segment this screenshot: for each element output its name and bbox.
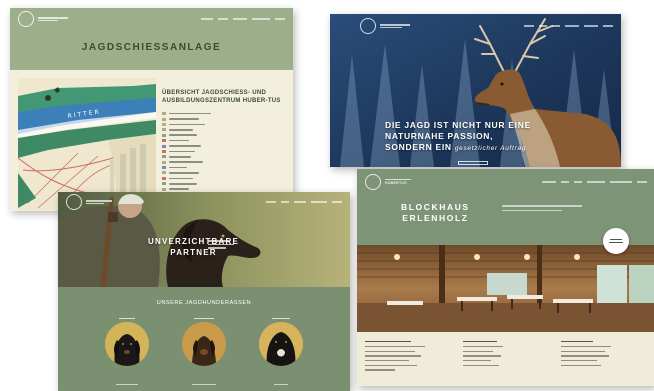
nav-item[interactable] bbox=[603, 25, 613, 27]
nav-item[interactable] bbox=[233, 18, 247, 20]
breed-card[interactable] bbox=[174, 316, 234, 366]
nav-item[interactable] bbox=[281, 201, 289, 203]
info-column-title bbox=[365, 339, 451, 343]
cabin-interior-graphic bbox=[357, 245, 654, 332]
log-cabin-interior-photo bbox=[357, 245, 654, 332]
logo-icon[interactable] bbox=[360, 18, 376, 34]
legend-panel: ÜBERSICHT JAGDSCHIESS- UND AUSBILDUNGSZE… bbox=[162, 90, 286, 197]
legend-title: ÜBERSICHT JAGDSCHIESS- UND AUSBILDUNGSZE… bbox=[162, 90, 281, 104]
hero-headline: DIE JAGD IST NICHT NUR EINE NATURNAHE PA… bbox=[385, 120, 531, 154]
nav-item[interactable] bbox=[275, 18, 285, 20]
breed-footer-item bbox=[251, 382, 311, 386]
title-line: BLOCKHAUS bbox=[401, 202, 470, 212]
info-column bbox=[463, 339, 549, 374]
nav-item[interactable] bbox=[294, 201, 306, 203]
dog-breed-list bbox=[58, 316, 350, 366]
dog-photo bbox=[104, 322, 149, 366]
page-intro-text bbox=[502, 205, 592, 214]
nav-item[interactable] bbox=[266, 201, 276, 203]
dog-hero-image: UNVERZICHTBARE PARTNER bbox=[58, 192, 350, 287]
breed-footer bbox=[58, 382, 350, 386]
nav-item[interactable] bbox=[610, 181, 632, 183]
headline-line: DIE JAGD IST NICHT NUR EINE bbox=[385, 120, 531, 130]
logo-icon[interactable] bbox=[66, 194, 82, 210]
page-title: JAGDSCHIESSANLAGE bbox=[81, 42, 222, 53]
headline-line: NATURNAHE PASSION, bbox=[385, 131, 494, 141]
dog-portrait-image bbox=[259, 322, 304, 366]
nav-item[interactable] bbox=[311, 201, 327, 203]
range-map-graphic: RITTER bbox=[18, 78, 156, 210]
navigation-bar bbox=[58, 192, 350, 212]
hero-quote bbox=[208, 240, 234, 249]
navigation-bar: HUBERTUS bbox=[357, 169, 654, 195]
nav-item[interactable] bbox=[252, 18, 270, 20]
brand-text: HUBERTUS bbox=[385, 178, 411, 186]
breed-footer-item bbox=[174, 382, 234, 386]
nav-item[interactable] bbox=[218, 18, 228, 20]
brand-text bbox=[38, 17, 78, 21]
nav-item[interactable] bbox=[552, 25, 560, 27]
dog-portrait-image bbox=[181, 322, 226, 366]
booking-badge[interactable] bbox=[603, 228, 629, 254]
nav-item[interactable] bbox=[565, 25, 579, 27]
range-map[interactable]: RITTER bbox=[18, 78, 156, 210]
section-title: UNSERE JAGDHUNDERASSEN bbox=[156, 300, 252, 306]
breed-footer-item bbox=[97, 382, 157, 386]
nav-item[interactable] bbox=[201, 18, 213, 20]
nav-links bbox=[524, 25, 613, 27]
logo-icon[interactable] bbox=[18, 11, 34, 27]
nav-links bbox=[542, 181, 647, 183]
nav-item[interactable] bbox=[539, 25, 547, 27]
navigation-bar bbox=[10, 8, 293, 30]
legend-list bbox=[162, 111, 286, 197]
blockhaus-erlenholz-page-preview: HUBERTUS BLOCKHAUS ERLENHOLZ bbox=[357, 169, 654, 386]
breed-card[interactable] bbox=[251, 316, 311, 366]
nav-links bbox=[266, 201, 342, 203]
info-column-title bbox=[561, 339, 647, 343]
read-more-button[interactable] bbox=[458, 161, 488, 165]
navigation-bar bbox=[330, 14, 621, 38]
brand-name: HUBERTUS bbox=[385, 181, 407, 186]
info-columns bbox=[357, 339, 654, 374]
info-column bbox=[365, 339, 451, 374]
nav-item[interactable] bbox=[584, 25, 598, 27]
dog-portrait-image bbox=[104, 322, 149, 366]
dog-photo bbox=[181, 322, 226, 366]
logo-icon[interactable] bbox=[365, 174, 381, 190]
nav-item[interactable] bbox=[587, 181, 605, 183]
info-column bbox=[561, 339, 647, 374]
info-column-title bbox=[463, 339, 549, 343]
nav-links bbox=[201, 18, 285, 20]
hunting-passion-page-preview: DIE JAGD IST NICHT NUR EINE NATURNAHE PA… bbox=[330, 14, 621, 167]
nav-item[interactable] bbox=[332, 201, 342, 203]
page-header: JAGDSCHIESSANLAGE bbox=[10, 8, 293, 70]
nav-item[interactable] bbox=[524, 25, 534, 27]
headline-line: PARTNER bbox=[170, 248, 217, 257]
page-title: BLOCKHAUS ERLENHOLZ bbox=[401, 202, 470, 224]
breed-card[interactable] bbox=[97, 316, 157, 366]
nav-item[interactable] bbox=[542, 181, 556, 183]
brand-text bbox=[86, 200, 112, 204]
dog-photo bbox=[259, 322, 304, 366]
brand-text bbox=[380, 24, 410, 28]
nav-item[interactable] bbox=[574, 181, 582, 183]
nav-item[interactable] bbox=[637, 181, 647, 183]
title-line: ERLENHOLZ bbox=[402, 213, 469, 223]
jagdschiessanlage-page-preview: JAGDSCHIESSANLAGE RITTER ÜBERSICHT JAGDS bbox=[10, 8, 293, 211]
nav-item[interactable] bbox=[561, 181, 569, 183]
headline-line: SONDERN EIN gesetzlicher Auftrag. bbox=[385, 142, 529, 152]
hunting-dogs-page-preview: UNVERZICHTBARE PARTNER UNSERE JAGDHUNDER… bbox=[58, 192, 350, 391]
